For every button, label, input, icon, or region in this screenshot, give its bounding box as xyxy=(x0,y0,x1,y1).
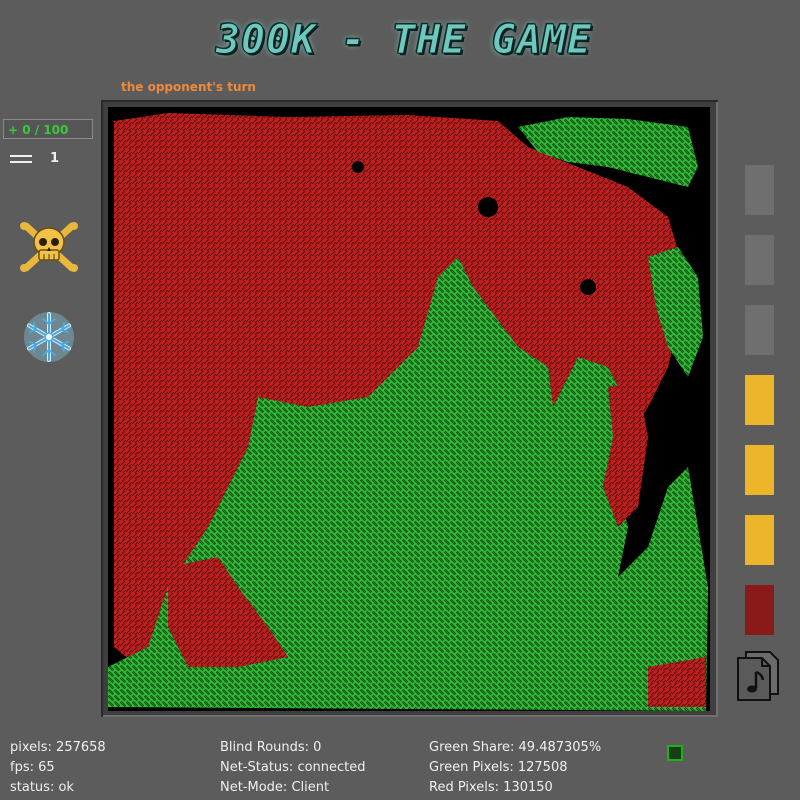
turn-status: the opponent's turn xyxy=(121,80,256,94)
net-mode-stat: Net-Mode: Client xyxy=(220,780,330,795)
green-pixels-stat: Green Pixels: 127508 xyxy=(429,760,568,775)
player-color-indicator xyxy=(667,745,683,761)
net-status-stat: Net-Status: connected xyxy=(220,760,366,775)
stats-column-network: Blind Rounds: 0 Net-Status: connected Ne… xyxy=(220,738,366,798)
game-board[interactable] xyxy=(108,107,710,711)
fps-stat: fps: 65 xyxy=(10,760,55,775)
game-title: 300K - THE GAME xyxy=(215,17,593,64)
game-title-logo: 300K - THE GAME xyxy=(196,14,612,66)
side-slot-3[interactable] xyxy=(745,305,774,355)
side-slot-5[interactable] xyxy=(745,445,774,495)
pixels-stat: pixels: 257658 xyxy=(10,740,106,755)
side-slot-6[interactable] xyxy=(745,515,774,565)
side-slot-7[interactable] xyxy=(745,585,774,635)
red-pixels-stat: Red Pixels: 130150 xyxy=(429,780,553,795)
round-indicator: 1 xyxy=(50,151,60,166)
music-file-icon[interactable] xyxy=(736,650,780,702)
blind-rounds-stat: Blind Rounds: 0 xyxy=(220,740,322,755)
menu-icon[interactable] xyxy=(10,153,32,167)
move-counter: + 0 / 100 xyxy=(3,119,93,139)
skull-crossbones-icon[interactable] xyxy=(18,218,80,276)
status-stat: status: ok xyxy=(10,780,74,795)
stats-column-score: Green Share: 49.487305% Green Pixels: 12… xyxy=(429,738,601,798)
stats-column-performance: pixels: 257658 fps: 65 status: ok xyxy=(10,738,106,798)
green-share-stat: Green Share: 49.487305% xyxy=(429,740,602,755)
side-slot-4[interactable] xyxy=(745,375,774,425)
side-slot-2[interactable] xyxy=(745,235,774,285)
side-slot-1[interactable] xyxy=(745,165,774,215)
snowflake-icon[interactable] xyxy=(22,310,76,364)
